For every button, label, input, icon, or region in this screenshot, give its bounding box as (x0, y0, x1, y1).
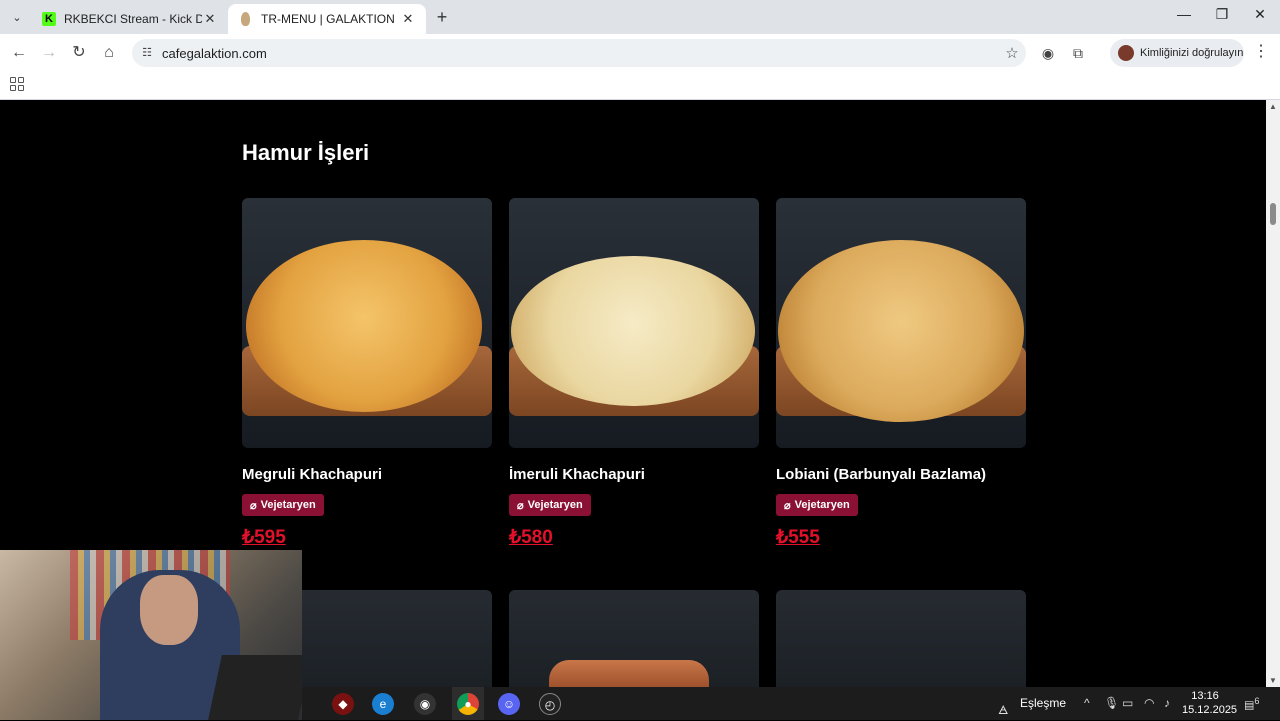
wifi-icon[interactable]: ◠ (1144, 696, 1154, 710)
product-price: ₺580 (509, 527, 553, 548)
new-tab-plus-icon[interactable]: + (432, 8, 452, 28)
edge-icon[interactable]: e (372, 693, 394, 715)
tab-search-chevron-icon[interactable]: ⌄ (6, 8, 28, 26)
scroll-up-arrow-icon[interactable]: ▲ (1269, 102, 1277, 111)
back-arrow-icon[interactable]: ← (8, 42, 30, 64)
address-bar[interactable]: ☷ cafegalaktion.com ☆ (132, 39, 1026, 67)
badge-label: Vejetaryen (527, 499, 583, 511)
close-window-icon[interactable]: ✕ (1242, 6, 1278, 28)
volume-icon[interactable]: ♪ (1164, 696, 1170, 710)
vegetarian-badge: ⌀ Vejetaryen (242, 494, 324, 516)
home-icon[interactable]: ⌂ (98, 42, 120, 64)
app-icon[interactable]: ◉ (414, 693, 436, 715)
product-card[interactable]: Megruli Khachapuri ⌀ Vejetaryen ₺595 (242, 198, 492, 549)
notification-center-icon[interactable]: ▤6 (1244, 696, 1260, 712)
taskbar-clock[interactable]: 13:16 15.12.2025 (1182, 689, 1238, 717)
product-image-megruli[interactable] (242, 198, 492, 448)
product-price: ₺555 (776, 527, 820, 548)
minimize-window-icon[interactable]: — (1166, 6, 1202, 28)
profile-label: Kimliğinizi doğrulayın (1140, 47, 1244, 59)
vegetarian-badge: ⌀ Vejetaryen (776, 494, 858, 516)
scroll-down-arrow-icon[interactable]: ▼ (1269, 676, 1277, 685)
app-icon[interactable]: ◴ (539, 693, 561, 715)
browser-menu-icon[interactable]: ⋮ (1252, 42, 1270, 64)
bell-icon[interactable]: 🜁 (998, 696, 1009, 721)
extension-globe-icon[interactable]: ◉ (1037, 42, 1059, 64)
product-card[interactable]: İmeruli Khachapuri ⌀ Vejetaryen ₺580 (509, 198, 759, 549)
leaf-icon: ⌀ (250, 499, 257, 512)
product-image-lobiani[interactable] (776, 198, 1026, 448)
battery-icon[interactable]: ▭ (1122, 696, 1133, 710)
badge-label: Vejetaryen (260, 499, 316, 511)
close-tab-icon[interactable]: ✕ (400, 11, 416, 27)
tab-kick-dashboard[interactable]: K RKBEKCI Stream - Kick Dashboa ✕ (32, 4, 228, 34)
tab-title: RKBEKCI Stream - Kick Dashboa (64, 12, 202, 26)
product-image-partial[interactable] (776, 590, 1026, 687)
windows-taskbar: ◆ e ◉ ● ☺ ◴ 🜁 Eşleşme ^ 🎙 ▭ ◠ ♪ 13:16 15… (302, 687, 1280, 720)
vegetarian-badge: ⌀ Vejetaryen (509, 494, 591, 516)
leaf-icon: ⌀ (784, 499, 791, 512)
reload-icon[interactable]: ↻ (68, 42, 90, 64)
extensions-puzzle-icon[interactable]: ⧉ (1067, 42, 1089, 64)
product-card[interactable]: Lobiani (Barbunyalı Bazlama) ⌀ Vejetarye… (776, 198, 1026, 549)
product-name: Lobiani (Barbunyalı Bazlama) (776, 466, 987, 483)
kick-logo-icon: K (42, 12, 56, 26)
apps-grid-icon[interactable] (10, 77, 24, 91)
discord-icon[interactable]: ☺ (498, 693, 520, 715)
webcam-overlay (0, 550, 302, 720)
clock-date: 15.12.2025 (1182, 704, 1238, 716)
microphone-icon[interactable]: 🎙 (1104, 696, 1119, 710)
site-settings-icon[interactable]: ☷ (140, 46, 154, 60)
bookmarks-bar (0, 72, 1280, 100)
product-image-imeruli[interactable] (509, 198, 759, 448)
product-name: İmeruli Khachapuri (509, 466, 645, 483)
product-image-partial[interactable] (509, 590, 759, 687)
url-text[interactable]: cafegalaktion.com (162, 46, 998, 61)
product-name: Megruli Khachapuri (242, 466, 383, 483)
tab-title: TR-MENU | GALAKTION (261, 12, 395, 26)
profile-button[interactable]: Kimliğinizi doğrulayın (1110, 39, 1244, 67)
maximize-window-icon[interactable]: ❐ (1204, 6, 1240, 28)
section-title: Hamur İşleri (242, 140, 370, 165)
scrollbar-thumb[interactable] (1270, 203, 1276, 225)
galaktion-logo-icon (241, 12, 250, 26)
avatar (1118, 45, 1134, 61)
page-scrollbar[interactable]: ▲ ▼ (1266, 100, 1280, 687)
bookmark-star-icon[interactable]: ☆ (998, 44, 1026, 62)
taskbar-notification-text[interactable]: Eşleşme (1020, 696, 1066, 710)
chrome-icon[interactable]: ● (457, 693, 479, 715)
browser-tab-strip: ⌄ K RKBEKCI Stream - Kick Dashboa ✕ TR-M… (0, 0, 1280, 34)
browser-toolbar: ← → ↻ ⌂ ☷ cafegalaktion.com ☆ ◉ ⧉ Kimliğ… (0, 34, 1280, 72)
badge-label: Vejetaryen (794, 499, 850, 511)
product-price: ₺595 (242, 527, 286, 548)
clock-time: 13:16 (1191, 690, 1219, 702)
leaf-icon: ⌀ (517, 499, 524, 512)
close-tab-icon[interactable]: ✕ (202, 11, 218, 27)
chevron-up-icon[interactable]: ^ (1084, 696, 1090, 710)
tab-galaktion-menu[interactable]: TR-MENU | GALAKTION ✕ (228, 4, 426, 34)
notification-count: 6 (1254, 696, 1260, 706)
forward-arrow-icon[interactable]: → (38, 42, 60, 64)
app-icon[interactable]: ◆ (332, 693, 354, 715)
